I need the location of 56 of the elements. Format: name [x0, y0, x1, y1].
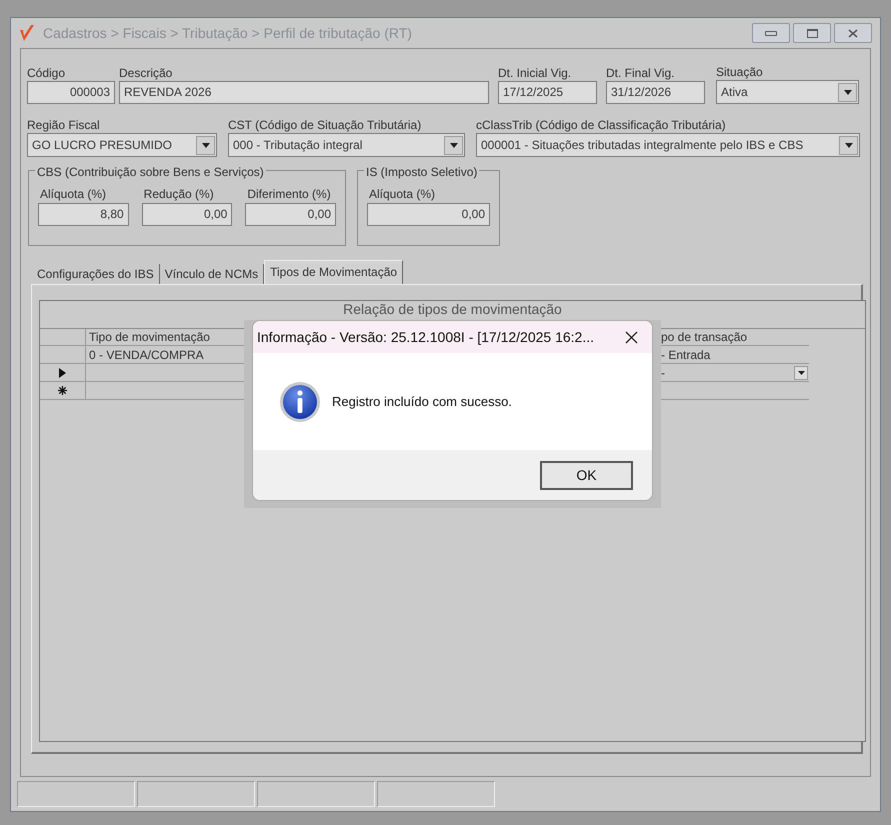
info-icon: [279, 380, 321, 422]
current-row-icon: [59, 368, 66, 378]
caret-icon: [844, 142, 852, 148]
caret-icon: [202, 142, 210, 148]
ok-button[interactable]: OK: [540, 460, 633, 490]
field-label: CST (Código de Situação Tributária): [228, 117, 422, 133]
caret-icon: [844, 90, 852, 94]
logo-icon: [19, 24, 35, 42]
close-button[interactable]: [834, 23, 872, 43]
field-label: Região Fiscal: [27, 117, 101, 133]
field-label: Dt. Inicial Vig.: [498, 65, 572, 81]
field-label: Código: [27, 65, 66, 81]
dialog-message: Registro incluído com sucesso.: [332, 392, 512, 411]
column-header: Tipo de movimentação: [89, 330, 210, 344]
minimize-button[interactable]: [752, 23, 790, 43]
dropdown-button[interactable]: [839, 136, 858, 154]
new-row-icon: [58, 386, 67, 395]
field-label: Redução (%): [142, 186, 215, 203]
tab[interactable]: Configurações do IBS: [32, 264, 160, 284]
grid-cell: 0 - VENDA/COMPRA: [89, 348, 204, 362]
close-icon[interactable]: [625, 330, 638, 344]
maximize-button[interactable]: [793, 23, 831, 43]
field-label: Descrição: [119, 65, 174, 81]
column-header: po de transação: [660, 329, 748, 345]
number-field[interactable]: 0,00: [142, 203, 232, 226]
grid-cell-text: -: [661, 364, 665, 382]
dropdown-field[interactable]: 000 - Tributação integral: [228, 133, 465, 157]
window-title: Cadastros > Fiscais > Tributação > Perfil de tributação (RT): [43, 24, 413, 43]
number-field[interactable]: 8,80: [38, 203, 129, 226]
dropdown-button[interactable]: [444, 136, 463, 154]
grid-caption: Relação de tipos de movimentação: [343, 301, 562, 317]
maximize-icon: [806, 28, 818, 38]
grid-cell-text: - Entrada: [661, 346, 710, 364]
minimize-icon: [765, 30, 777, 36]
dropdown-field[interactable]: GO LUCRO PRESUMIDO: [27, 133, 217, 157]
field-label: Alíquota (%): [39, 186, 108, 203]
tab[interactable]: Tipos de Movimentação: [264, 260, 404, 284]
dropdown-button[interactable]: [196, 136, 215, 154]
field-label: Dt. Final Vig.: [606, 65, 676, 81]
description-field[interactable]: REVENDA 2026: [119, 81, 489, 104]
close-icon: [848, 28, 858, 38]
field-label: Alíquota (%): [368, 186, 436, 203]
date-field[interactable]: 31/12/2026: [606, 81, 705, 104]
caret-icon: [798, 370, 804, 374]
field-label: Situação: [716, 64, 764, 80]
code-field[interactable]: 000003: [27, 81, 115, 104]
field-label: cClassTrib (Código de Classificação Tributária): [476, 117, 727, 133]
number-field[interactable]: 0,00: [245, 203, 336, 226]
field-label: Diferimento (%): [246, 186, 332, 203]
caret-icon: [450, 142, 458, 148]
dropdown-field[interactable]: Ativa: [716, 80, 859, 104]
dialog-title: Informação - Versão: 25.12.1008I - [17/12/2025 16:2...: [257, 328, 596, 347]
number-field[interactable]: 0,00: [367, 203, 490, 226]
dropdown-button[interactable]: [838, 82, 857, 102]
date-field[interactable]: 17/12/2025: [498, 81, 597, 104]
dropdown-field[interactable]: 000001 - Situações tributadas integralmente pelo IBS e CBS: [476, 133, 860, 157]
